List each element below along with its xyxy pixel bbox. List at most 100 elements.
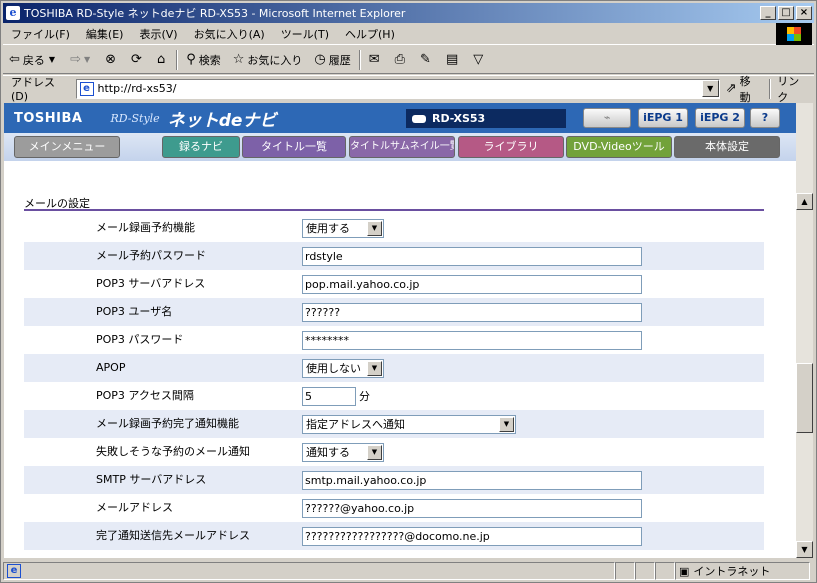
mail-address-label: メールアドレス: [96, 501, 173, 514]
address-dropdown-button[interactable]: ▼: [701, 80, 719, 97]
form-row-mail-record: メール録画予約機能 使用する ▼: [24, 214, 764, 242]
search-button[interactable]: ⚲ 検索: [180, 48, 227, 72]
page-status-icon: e: [7, 564, 21, 578]
nav-main-menu[interactable]: メインメニュー: [14, 136, 120, 158]
form-row-pop3-interval: POP3 アクセス間隔 5 分: [24, 382, 764, 410]
mail-button[interactable]: ✉: [363, 48, 389, 72]
forward-arrow-icon: ⇨: [70, 52, 81, 67]
address-url: http://rd-xs53/: [97, 82, 177, 95]
chevron-down-icon: ▼: [499, 416, 514, 432]
menu-file[interactable]: ファイル(F): [3, 26, 78, 42]
forward-button[interactable]: ⇨ ▼: [64, 48, 99, 72]
pop3-interval-input[interactable]: 5: [302, 386, 356, 406]
fail-notify-value: 通知する: [306, 446, 350, 459]
go-button[interactable]: ⇗ 移動: [720, 73, 768, 105]
pop3-server-input[interactable]: pop.mail.yahoo.co.jp: [302, 274, 642, 294]
form-row-mail-password: メール予約パスワード rdstyle: [24, 242, 764, 270]
history-button[interactable]: ◷ 履歴: [308, 48, 356, 72]
refresh-icon: ⟳: [131, 52, 142, 67]
mail-record-label: メール録画予約機能: [96, 221, 195, 234]
title-bar: e TOSHIBA RD-Style ネットdeナビ RD-XS53 - Mic…: [3, 3, 814, 23]
vertical-scrollbar[interactable]: ▲ ▼: [796, 103, 813, 558]
refresh-button[interactable]: ⟳: [125, 48, 151, 72]
scroll-down-button[interactable]: ▼: [796, 541, 813, 558]
apop-label: APOP: [96, 361, 126, 374]
history-icon: ◷: [314, 52, 326, 67]
close-button[interactable]: ×: [796, 6, 812, 20]
smtp-server-label: SMTP サーバアドレス: [96, 473, 207, 486]
ie-icon: e: [6, 6, 20, 20]
print-button[interactable]: ⎙: [389, 48, 414, 72]
menu-tools[interactable]: ツール(T): [273, 26, 337, 42]
minimize-button[interactable]: _: [760, 6, 776, 20]
menu-favorites[interactable]: お気に入り(A): [186, 26, 273, 42]
menu-view[interactable]: 表示(V): [131, 26, 185, 42]
app-header: TOSHIBA RD-Style ネットdeナビ RD-XS53 ⌁ iEPG …: [4, 103, 796, 133]
discuss-icon: ▤: [445, 52, 459, 67]
recorder-icon: [412, 114, 426, 123]
mail-address-input[interactable]: ??????@yahoo.co.jp: [302, 498, 642, 518]
home-button[interactable]: ⌂: [151, 48, 174, 72]
nav-record[interactable]: 録るナビ: [162, 136, 240, 158]
scroll-thumb[interactable]: [796, 363, 813, 433]
nav-bar: メインメニュー 録るナビ タイトル一覧 タイトルサムネイル一覧 ライブラリ DV…: [4, 133, 796, 161]
messenger-button[interactable]: ▽: [467, 48, 492, 72]
discuss-button[interactable]: ▤: [440, 48, 467, 72]
remote-button[interactable]: ⌁: [583, 108, 631, 128]
nav-dvd-video[interactable]: DVD-Videoツール: [566, 136, 672, 158]
iepg1-button[interactable]: iEPG 1: [638, 108, 688, 128]
pop3-password-input[interactable]: ********: [302, 330, 642, 350]
search-icon: ⚲: [186, 52, 196, 67]
back-button[interactable]: ⇦ 戻る ▼: [3, 48, 64, 72]
browser-window: e TOSHIBA RD-Style ネットdeナビ RD-XS53 - Mic…: [0, 0, 817, 583]
menu-help[interactable]: ヘルプ(H): [337, 26, 403, 42]
notify-dest-input[interactable]: ?????????????????@docomo.ne.jp: [302, 526, 642, 546]
pop3-interval-unit: 分: [359, 390, 370, 403]
smtp-server-input[interactable]: smtp.mail.yahoo.co.jp: [302, 470, 642, 490]
nav-thumbnail[interactable]: タイトルサムネイル一覧: [349, 136, 455, 158]
form-row-completion-notify: メール録画予約完了通知機能 指定アドレスへ通知 ▼: [24, 410, 764, 438]
chevron-down-icon: ▼: [367, 220, 382, 236]
help-button[interactable]: ?: [750, 108, 780, 128]
intranet-icon: ▣: [679, 564, 690, 578]
nav-title-list[interactable]: タイトル一覧: [242, 136, 346, 158]
section-title: メールの設定: [24, 195, 764, 211]
fail-notify-select[interactable]: 通知する ▼: [302, 442, 384, 462]
mail-password-input[interactable]: rdstyle: [302, 246, 642, 266]
nav-settings[interactable]: 本体設定: [674, 136, 780, 158]
nav-library[interactable]: ライブラリ: [458, 136, 564, 158]
search-label: 検索: [198, 53, 221, 67]
model-badge: RD-XS53: [406, 109, 566, 128]
history-label: 履歴: [328, 53, 351, 67]
links-button[interactable]: リンク: [773, 73, 814, 105]
go-label: 移動: [739, 74, 751, 104]
zone-cell: ▣ イントラネット: [675, 562, 810, 580]
menu-edit[interactable]: 編集(E): [78, 26, 132, 42]
form-row-pop3-password: POP3 パスワード ********: [24, 326, 764, 354]
completion-notify-select[interactable]: 指定アドレスへ通知 ▼: [302, 414, 516, 434]
iepg2-button[interactable]: iEPG 2: [695, 108, 745, 128]
scroll-up-button[interactable]: ▲: [796, 193, 813, 210]
edit-icon: ✎: [420, 52, 431, 67]
mail-record-value: 使用する: [306, 222, 350, 235]
chevron-down-icon: ▼: [83, 55, 91, 64]
pop3-user-input[interactable]: ??????: [302, 302, 642, 322]
status-cell: [635, 562, 655, 580]
status-cell: [615, 562, 635, 580]
toolbar-separator: [358, 49, 361, 70]
edit-button[interactable]: ✎: [414, 48, 440, 72]
address-input[interactable]: e http://rd-xs53/ ▼: [75, 78, 720, 99]
toolbar: ⇦ 戻る ▼ ⇨ ▼ ⊗ ⟳ ⌂ ⚲ 検索 ☆ お気に入り ◷ 履歴 ✉ ⎙ ✎…: [3, 46, 814, 74]
mail-record-select[interactable]: 使用する ▼: [302, 218, 384, 238]
stop-button[interactable]: ⊗: [99, 48, 125, 72]
chevron-down-icon: ▼: [367, 360, 382, 376]
page-icon: e: [79, 81, 94, 96]
maximize-button[interactable]: □: [778, 6, 794, 20]
favorites-button[interactable]: ☆ お気に入り: [227, 48, 309, 72]
form-row-smtp-server: SMTP サーバアドレス smtp.mail.yahoo.co.jp: [24, 466, 764, 494]
form-row-pop3-user: POP3 ユーザ名 ??????: [24, 298, 764, 326]
go-arrow-icon: ⇗: [725, 81, 737, 96]
favorites-icon: ☆: [232, 52, 245, 67]
apop-select[interactable]: 使用しない ▼: [302, 358, 384, 378]
back-label: 戻る: [22, 53, 45, 67]
